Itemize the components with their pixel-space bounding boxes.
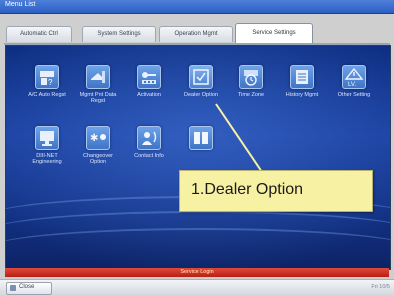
tile-label: A/C Auto Regst bbox=[28, 92, 66, 98]
service-settings-panel: ? A/C Auto Regst Mgmt Pnt Data Regst Act… bbox=[5, 45, 391, 270]
close-icon bbox=[10, 285, 16, 291]
tab-automatic-ctrl[interactable]: Automatic Ctrl bbox=[6, 26, 72, 42]
tile-label: Contact Info bbox=[134, 153, 164, 159]
tile-diii-net-engineering[interactable]: DIII-NET Engineering bbox=[30, 126, 64, 165]
close-button[interactable]: Close bbox=[6, 282, 52, 295]
network-monitor-icon bbox=[35, 126, 59, 150]
tile-label: Mgmt Pnt Data Regst bbox=[79, 92, 117, 104]
tile-label: DIII-NET Engineering bbox=[32, 153, 62, 165]
tab-operation-mgmt[interactable]: Operation Mgmt bbox=[159, 26, 233, 42]
tile-label: Activation bbox=[137, 92, 161, 98]
window-title-bar: Menu List bbox=[0, 0, 394, 14]
tile-activation[interactable]: Activation bbox=[132, 65, 166, 98]
tile-label: Dealer Option bbox=[184, 92, 218, 98]
tile-changeover-option[interactable]: ✱ Changeover Option bbox=[81, 126, 115, 165]
tab-service-settings[interactable]: Service Settings bbox=[235, 23, 313, 43]
tile-label: Changeover Option bbox=[83, 153, 113, 165]
tab-strip: Automatic Ctrl System Settings Operation… bbox=[4, 21, 390, 45]
bottom-toolbar: Close Fri 10/5 bbox=[0, 279, 394, 295]
book-icon bbox=[189, 126, 213, 150]
tab-system-settings[interactable]: System Settings bbox=[82, 26, 156, 42]
svg-text:LV.: LV. bbox=[348, 82, 356, 87]
date-time-display: Fri 10/5 bbox=[371, 284, 390, 290]
checkbox-icon bbox=[189, 65, 213, 89]
service-login-label: Service Login bbox=[180, 269, 214, 275]
dealer-option-callout: 1.Dealer Option bbox=[179, 170, 373, 212]
tile-label: Time Zone bbox=[237, 92, 265, 98]
svg-text:✱: ✱ bbox=[90, 133, 98, 144]
tile-time-zone[interactable]: Time Zone bbox=[234, 65, 268, 98]
tile-label: Other Setting bbox=[337, 92, 371, 98]
decorative-wave bbox=[6, 228, 390, 269]
close-label: Close bbox=[19, 284, 35, 290]
contact-person-icon bbox=[137, 126, 161, 150]
clock-globe-icon bbox=[239, 65, 263, 89]
tile-dealer-option[interactable]: Dealer Option bbox=[184, 65, 218, 98]
tile-ac-auto-regst[interactable]: ? A/C Auto Regst bbox=[28, 65, 66, 98]
window-title: Menu List bbox=[5, 1, 36, 8]
service-login-bar[interactable]: Service Login bbox=[5, 268, 389, 277]
tile-mgmt-pnt-data-regst[interactable]: Mgmt Pnt Data Regst bbox=[80, 65, 116, 104]
application-window: Menu List Automatic Ctrl System Settings… bbox=[0, 0, 394, 295]
tile-other-setting[interactable]: LV. Other Setting bbox=[337, 65, 371, 98]
svg-text:?: ? bbox=[48, 78, 53, 87]
tile-history-mgmt[interactable]: History Mgmt bbox=[285, 65, 319, 98]
tile-book[interactable] bbox=[184, 126, 218, 153]
tile-contact-info[interactable]: Contact Info bbox=[132, 126, 166, 159]
snow-sun-changeover-icon: ✱ bbox=[86, 126, 110, 150]
tile-label: History Mgmt bbox=[285, 92, 319, 98]
ac-unit-question-icon: ? bbox=[35, 65, 59, 89]
history-list-icon bbox=[290, 65, 314, 89]
callout-text: 1.Dealer Option bbox=[191, 181, 304, 198]
warning-lv-icon: LV. bbox=[342, 65, 366, 89]
key-activation-icon bbox=[137, 65, 161, 89]
data-register-icon bbox=[86, 65, 110, 89]
